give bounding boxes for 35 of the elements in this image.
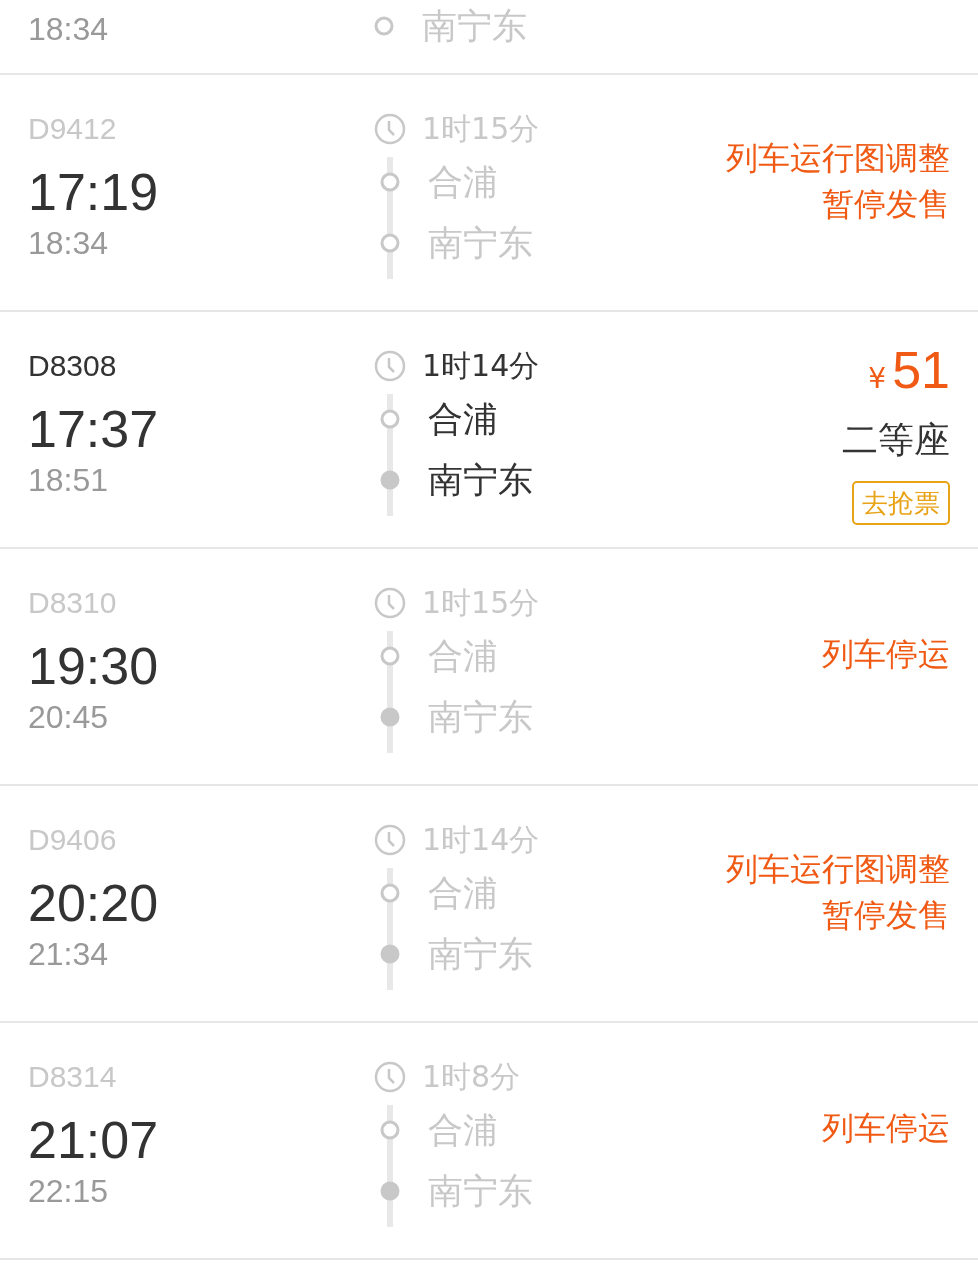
seat-class: 二等座 [842,418,950,462]
arrival-time: 20:45 [28,699,109,735]
stop-dot [380,172,400,192]
clock-icon [373,1060,407,1094]
departure-time: 17:19 [28,165,159,219]
status-notice: 列车运行图调整 [726,138,950,179]
status-notice: 列车运行图调整 [726,849,950,890]
departure-time: 20:20 [28,876,159,930]
arrival-time: 18:34 [28,11,109,47]
train-row[interactable]: D8308 17:37 18:51 1时14分 合浦 南宁东 ¥51 二等座 去抢票 [0,312,978,549]
status-notice: 暂停发售 [822,184,950,225]
ticket-price: 51 [892,344,950,396]
currency-sign: ¥ [868,361,887,397]
stop-dot [380,1120,400,1140]
status-notice: 列车停运 [822,634,950,675]
clock-icon [373,112,407,146]
clock-icon [373,586,407,620]
stop-dot [380,409,400,429]
status-notice: 列车停运 [822,1108,950,1149]
train-number: D8308 [28,348,117,384]
duration: 1时14分 [422,346,540,385]
arrival-time: 18:34 [28,225,109,261]
clock-icon [373,823,407,857]
arrival-time: 21:34 [28,936,109,972]
arrival-time: 22:15 [28,1173,109,1209]
arrival-time: 18:51 [28,462,109,498]
clock-icon [373,349,407,383]
departure-time: 21:07 [28,1113,159,1167]
status-notice: 暂停发售 [822,895,950,936]
station-name: 南宁东 [428,459,533,502]
station-name: 合浦 [428,398,499,441]
stop-dot [380,646,400,666]
departure-time: 19:30 [28,639,159,693]
departure-time: 17:37 [28,402,159,456]
stop-dot [380,883,400,903]
